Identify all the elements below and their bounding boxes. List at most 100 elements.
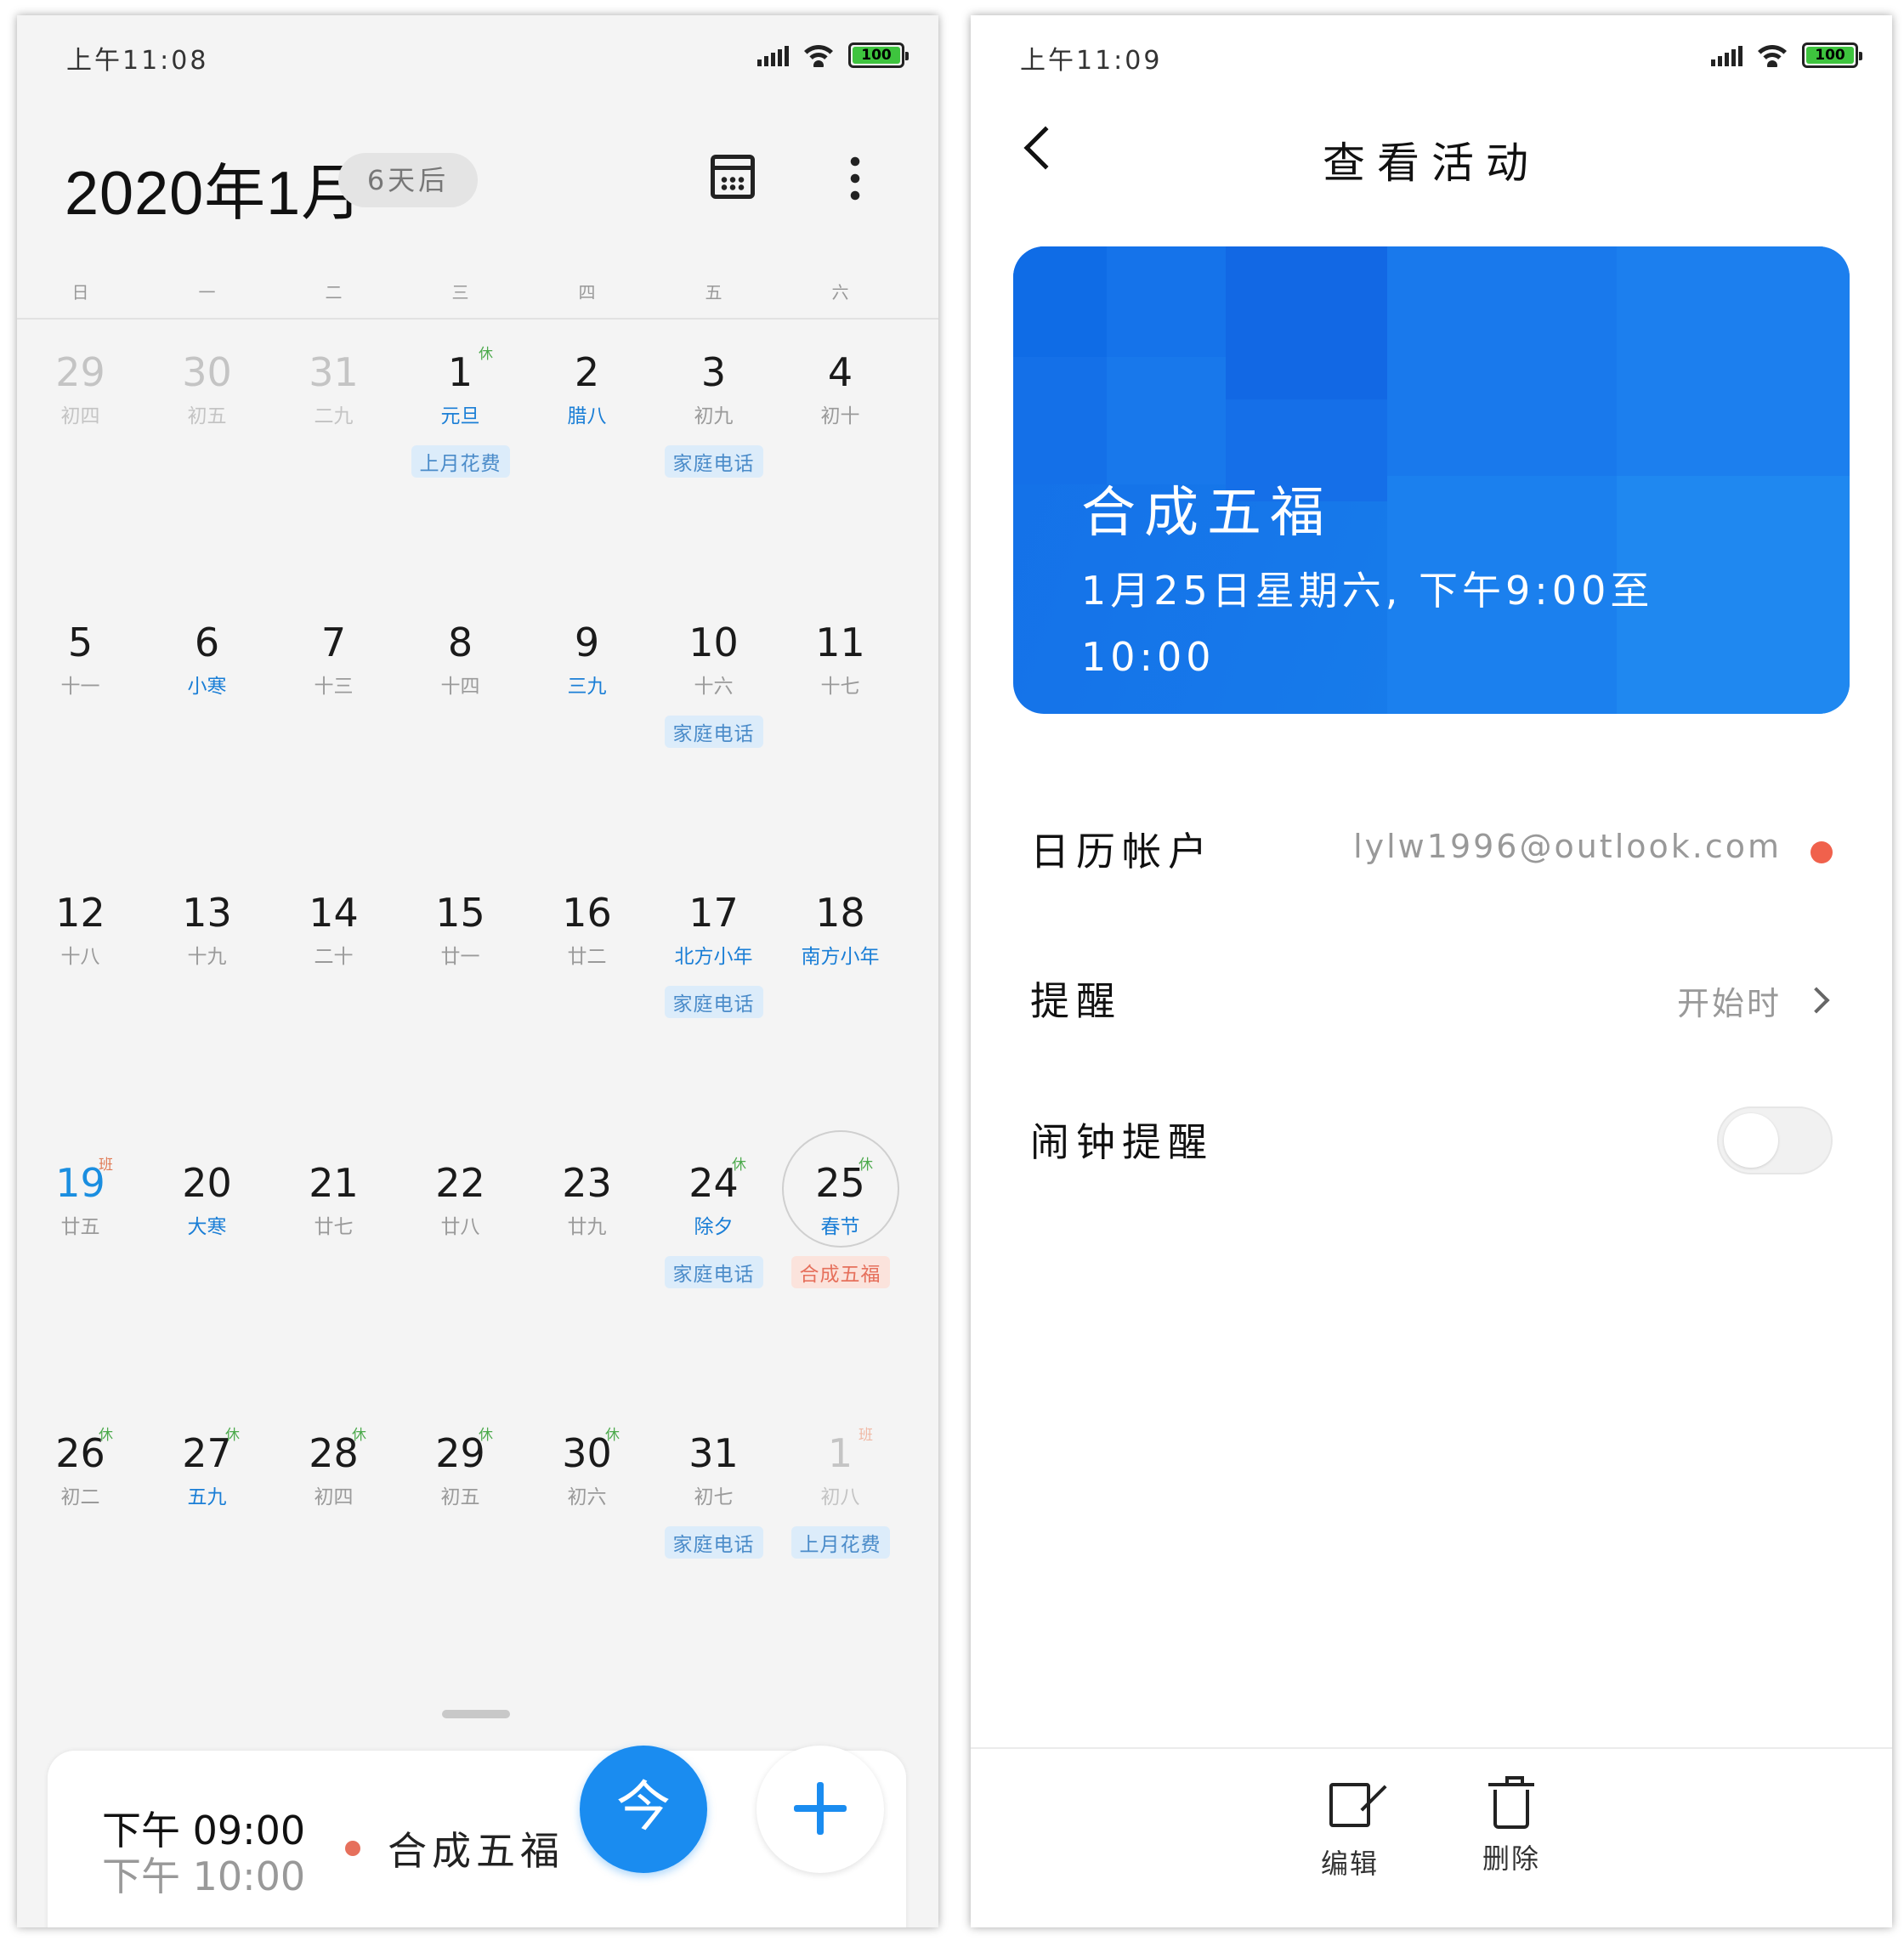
event-chip[interactable]: 家庭电话 xyxy=(664,716,763,748)
lunar-date: 廿二 xyxy=(567,946,607,968)
day-cell[interactable]: 4 初十 xyxy=(777,348,904,619)
today-button[interactable]: 今 xyxy=(580,1746,707,1873)
week-row: 5 十一 6 小寒 7 十三 8 十四 9 三九 10 十六 家庭电话 11 十七 xyxy=(17,619,938,889)
day-cell[interactable]: 3 初九 家庭电话 xyxy=(650,348,777,619)
weekday-label: 六 xyxy=(831,282,849,303)
day-cell[interactable]: 18 南方小年 xyxy=(777,889,904,1159)
lunar-date: 廿九 xyxy=(567,1216,607,1238)
day-cell[interactable]: 25 春节 休合成五福 xyxy=(777,1130,904,1429)
weekday-label: 一 xyxy=(198,282,216,303)
event-chip[interactable]: 家庭电话 xyxy=(664,1256,763,1288)
add-event-button[interactable] xyxy=(756,1746,884,1873)
day-number: 21 xyxy=(309,1160,359,1206)
day-cell[interactable]: 19 廿五 班 xyxy=(17,1157,144,1429)
holiday-badge: 休 xyxy=(605,1427,620,1444)
day-cell[interactable]: 11 十七 xyxy=(777,619,904,889)
day-number: 3 xyxy=(700,349,727,395)
week-row: 26 初二休 27 五九休 28 初四休 29 初五休 30 初六休 31 初七 家庭电话 1 初八班上月花… xyxy=(17,1427,938,1700)
day-cell[interactable]: 14 二十 xyxy=(270,889,397,1159)
day-cell[interactable]: 13 十九 xyxy=(144,889,270,1159)
month-title[interactable]: 2020年1月 xyxy=(65,143,363,232)
holiday-badge: 休 xyxy=(858,1157,873,1174)
day-cell[interactable]: 1 初八 班上月花费 xyxy=(777,1427,904,1700)
day-cell[interactable]: 1 元旦 休上月花费 xyxy=(397,346,524,619)
account-color-dot xyxy=(1810,841,1833,863)
holiday-badge: 休 xyxy=(479,1427,493,1444)
edit-button[interactable]: 编辑 xyxy=(1299,1783,1401,1882)
day-number: 8 xyxy=(447,620,473,665)
day-number: 16 xyxy=(562,890,612,936)
event-chip[interactable]: 家庭电话 xyxy=(664,986,763,1018)
day-cell[interactable]: 17 北方小年 家庭电话 xyxy=(650,889,777,1159)
day-number: 26 xyxy=(55,1430,105,1476)
day-cell[interactable]: 9 三九 xyxy=(524,619,650,889)
lunar-date: 腊八 xyxy=(567,405,607,427)
day-cell[interactable]: 5 十一 xyxy=(17,619,144,889)
event-chip[interactable]: 合成五福 xyxy=(790,1256,890,1288)
lunar-date: 北方小年 xyxy=(674,946,753,968)
day-number: 4 xyxy=(827,349,853,395)
battery-level: 100 xyxy=(853,47,900,64)
lunar-date: 春节 xyxy=(820,1216,860,1238)
event-chip[interactable]: 上月花费 xyxy=(411,445,510,478)
lunar-date: 元旦 xyxy=(440,405,480,427)
lunar-date: 二十 xyxy=(314,946,354,968)
day-cell[interactable]: 31 初七 家庭电话 xyxy=(650,1429,777,1700)
day-cell[interactable]: 24 除夕 休家庭电话 xyxy=(650,1157,777,1429)
day-number: 10 xyxy=(688,620,739,665)
drag-handle[interactable] xyxy=(442,1710,510,1718)
lunar-date: 大寒 xyxy=(187,1216,227,1238)
delete-button[interactable]: 删除 xyxy=(1460,1776,1562,1876)
wifi-icon xyxy=(1754,43,1790,67)
day-cell[interactable]: 29 初四 xyxy=(17,348,144,619)
agenda-end-time: 下午 10:00 xyxy=(102,1853,306,1899)
lunar-date: 廿五 xyxy=(60,1216,100,1238)
day-cell[interactable]: 28 初四 休 xyxy=(270,1427,397,1700)
lunar-date: 十七 xyxy=(820,676,860,698)
day-cell[interactable]: 27 五九 休 xyxy=(144,1427,270,1700)
day-cell[interactable]: 12 十八 xyxy=(17,889,144,1159)
day-number: 1 xyxy=(447,349,473,395)
day-cell[interactable]: 15 廿一 xyxy=(397,889,524,1159)
more-options-icon[interactable] xyxy=(850,153,860,201)
day-cell[interactable]: 29 初五 休 xyxy=(397,1427,524,1700)
divider xyxy=(971,1747,1892,1749)
day-number: 5 xyxy=(67,620,94,665)
day-cell[interactable]: 26 初二 休 xyxy=(17,1427,144,1700)
status-bar: 上午11:08 100 xyxy=(66,39,909,76)
day-cell[interactable]: 23 廿九 xyxy=(524,1159,650,1429)
event-chip[interactable]: 家庭电话 xyxy=(664,445,763,478)
event-chip[interactable]: 家庭电话 xyxy=(664,1526,763,1559)
day-number: 19 xyxy=(55,1160,105,1206)
day-cell[interactable]: 30 初五 xyxy=(144,348,270,619)
alarm-toggle[interactable] xyxy=(1717,1106,1833,1174)
day-cell[interactable]: 8 十四 xyxy=(397,619,524,889)
day-number: 9 xyxy=(574,620,600,665)
lunar-date: 廿一 xyxy=(440,946,480,968)
reminder-row[interactable]: 提醒 开始时 xyxy=(1030,962,1833,1030)
calendar-view-icon[interactable] xyxy=(711,155,755,199)
reminder-value: 开始时 xyxy=(1676,985,1782,1022)
day-cell[interactable]: 16 廿二 xyxy=(524,889,650,1159)
event-title: 合成五福 xyxy=(1081,482,1333,545)
day-number: 28 xyxy=(309,1430,359,1476)
day-cell[interactable]: 7 十三 xyxy=(270,619,397,889)
day-number: 31 xyxy=(309,349,359,395)
day-cell[interactable]: 20 大寒 xyxy=(144,1159,270,1429)
day-cell[interactable]: 21 廿七 xyxy=(270,1159,397,1429)
event-chip[interactable]: 上月花费 xyxy=(790,1526,890,1559)
day-cell[interactable]: 10 十六 家庭电话 xyxy=(650,619,777,889)
lunar-date: 廿八 xyxy=(440,1216,480,1238)
day-cell[interactable]: 2 腊八 xyxy=(524,348,650,619)
weekday-label: 日 xyxy=(71,282,89,303)
wifi-icon xyxy=(801,43,836,67)
agenda-color-dot xyxy=(345,1841,360,1856)
delete-label: 删除 xyxy=(1482,1842,1540,1875)
day-cell[interactable]: 30 初六 休 xyxy=(524,1427,650,1700)
day-cell[interactable]: 6 小寒 xyxy=(144,619,270,889)
calendar-month-screen: 上午11:08 100 2020年1月 6天后 日一二三四五六 29 初四 30 初五… xyxy=(17,15,938,1927)
battery-icon: 100 xyxy=(848,42,909,68)
day-cell[interactable]: 31 二九 xyxy=(270,348,397,619)
day-number: 12 xyxy=(55,890,105,936)
day-cell[interactable]: 22 廿八 xyxy=(397,1159,524,1429)
